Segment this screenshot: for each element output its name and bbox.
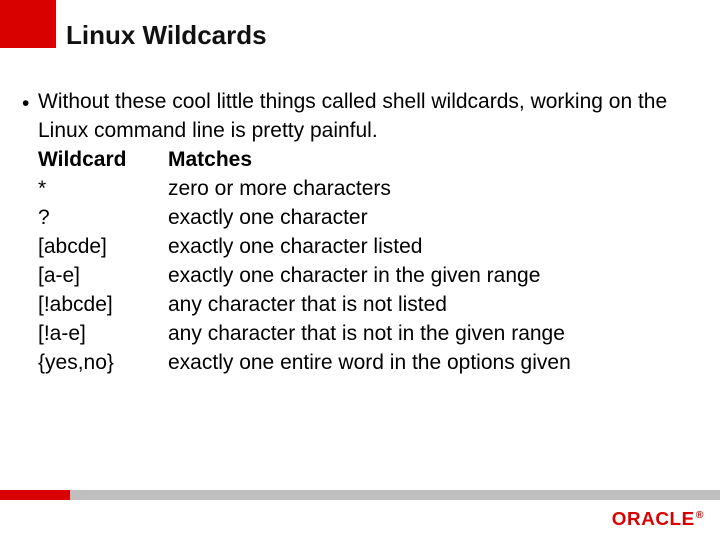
cell-matches: exactly one character listed — [168, 233, 690, 262]
cell-matches: zero or more characters — [168, 175, 690, 204]
header-wildcard: Wildcard — [38, 146, 168, 175]
logo-dot: ® — [696, 510, 704, 521]
cell-matches: exactly one character in the given range — [168, 262, 690, 291]
footer-bar-accent — [0, 490, 70, 500]
bullet-text: Without these cool little things called … — [38, 88, 690, 146]
cell-wildcard: ? — [38, 204, 168, 233]
logo-text: ORACLE — [612, 509, 695, 529]
table-row: [abcde] exactly one character listed — [38, 233, 690, 262]
cell-wildcard: * — [38, 175, 168, 204]
bullet-item: • Without these cool little things calle… — [22, 88, 690, 146]
cell-wildcard: [!a-e] — [38, 320, 168, 349]
cell-matches: any character that is not listed — [168, 291, 690, 320]
wildcards-table: Wildcard Matches * zero or more characte… — [38, 146, 690, 378]
cell-wildcard: {yes,no} — [38, 349, 168, 378]
header-matches: Matches — [168, 146, 690, 175]
oracle-logo: ORACLE® — [612, 509, 704, 530]
cell-matches: exactly one entire word in the options g… — [168, 349, 690, 378]
table-row: [a-e] exactly one character in the given… — [38, 262, 690, 291]
slide-content: • Without these cool little things calle… — [22, 88, 690, 378]
slide-title: Linux Wildcards — [66, 20, 267, 51]
footer-bar — [0, 490, 720, 500]
cell-wildcard: [!abcde] — [38, 291, 168, 320]
cell-wildcard: [abcde] — [38, 233, 168, 262]
table-row: ? exactly one character — [38, 204, 690, 233]
table-row: * zero or more characters — [38, 175, 690, 204]
table-row: [!a-e] any character that is not in the … — [38, 320, 690, 349]
cell-wildcard: [a-e] — [38, 262, 168, 291]
table-header-row: Wildcard Matches — [38, 146, 690, 175]
brand-corner-block — [0, 0, 56, 48]
footer-bar-fill — [70, 490, 720, 500]
table-row: [!abcde] any character that is not liste… — [38, 291, 690, 320]
cell-matches: exactly one character — [168, 204, 690, 233]
table-row: {yes,no} exactly one entire word in the … — [38, 349, 690, 378]
bullet-dot: • — [22, 88, 38, 119]
cell-matches: any character that is not in the given r… — [168, 320, 690, 349]
